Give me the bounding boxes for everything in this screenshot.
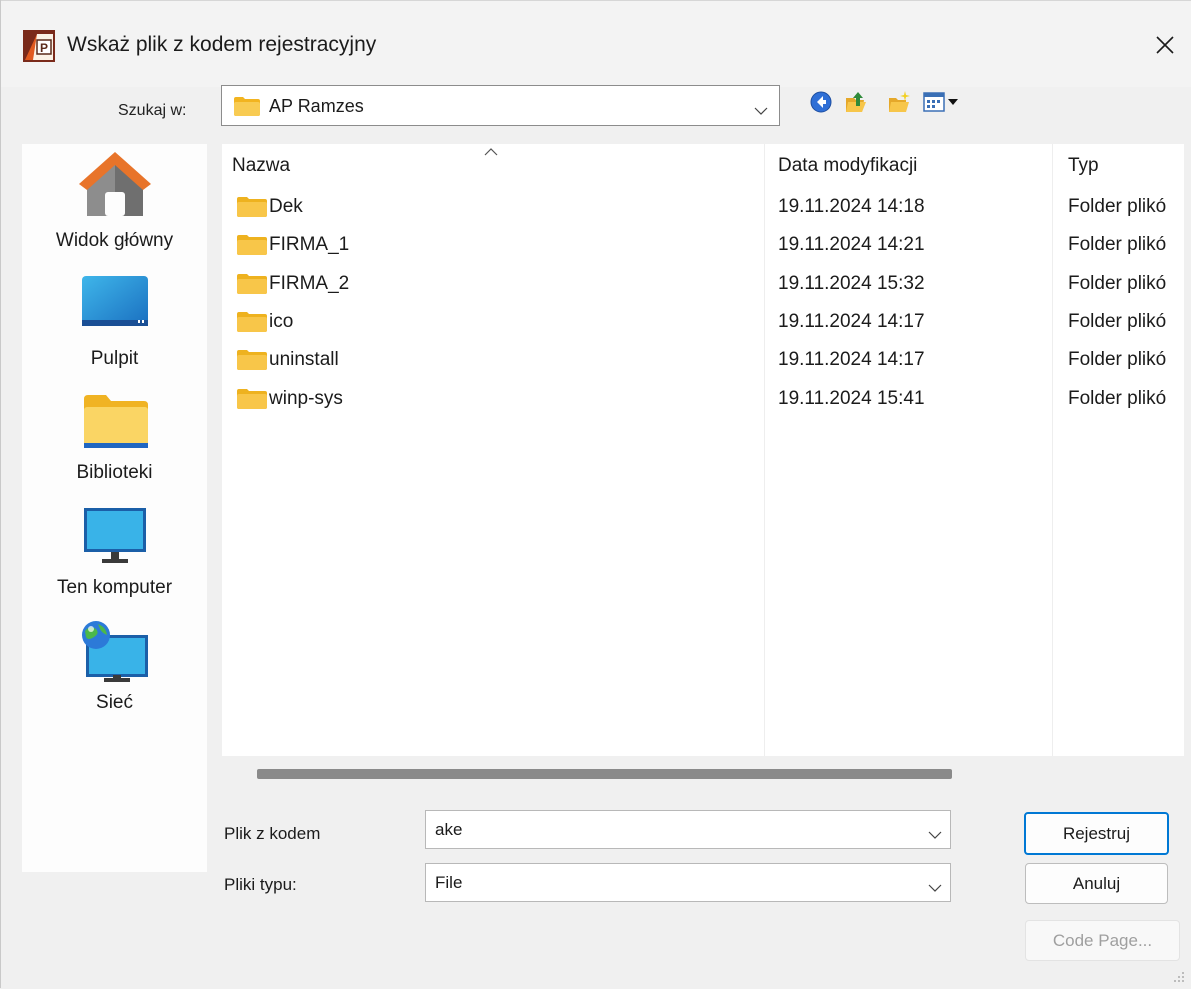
back-button[interactable] xyxy=(808,89,834,115)
libraries-icon xyxy=(84,395,148,448)
place-label: Widok główny xyxy=(55,230,174,251)
filetype-label: Pliki typu: xyxy=(224,875,297,894)
file-date: 19.11.2024 14:18 xyxy=(778,196,925,217)
filename-label: Plik z kodem xyxy=(224,824,321,843)
scrollbar-thumb[interactable] xyxy=(257,769,952,779)
resize-grip-icon[interactable] xyxy=(1172,970,1186,989)
desktop-icon xyxy=(82,276,148,326)
file-name: winp-sys xyxy=(269,387,343,409)
window-left-border xyxy=(0,0,1,988)
view-menu-button[interactable] xyxy=(922,89,962,115)
chevron-down-icon xyxy=(928,826,942,844)
sort-ascending-icon xyxy=(484,144,498,156)
network-icon xyxy=(82,621,148,682)
table-row[interactable]: Dek 19.11.2024 14:18 Folder plikó xyxy=(222,186,1184,224)
file-type: Folder plikó xyxy=(1068,272,1167,294)
lookin-value: AP Ramzes xyxy=(269,96,364,116)
folder-icon xyxy=(237,273,267,294)
file-name: ico xyxy=(269,310,294,332)
place-network[interactable]: Sieć xyxy=(22,609,207,724)
chevron-down-icon xyxy=(754,102,768,120)
filetype-value: File xyxy=(435,873,463,892)
folder-icon xyxy=(237,197,267,217)
table-row[interactable]: FIRMA_2 19.11.2024 15:32 Folder plikó xyxy=(222,263,1184,301)
file-date: 19.11.2024 14:17 xyxy=(778,310,925,332)
filename-value: ake xyxy=(435,820,463,839)
place-home[interactable]: Widok główny xyxy=(22,144,207,259)
place-computer[interactable]: Ten komputer xyxy=(22,494,207,609)
file-type: Folder plikó xyxy=(1068,387,1167,409)
file-name: Dek xyxy=(269,196,303,217)
folder-icon xyxy=(237,388,267,409)
file-date: 19.11.2024 14:21 xyxy=(778,234,925,256)
file-type: Folder plikó xyxy=(1068,234,1167,256)
lookin-label: Szukaj w: xyxy=(118,102,187,119)
table-row[interactable]: winp-sys 19.11.2024 15:41 Folder plikó xyxy=(222,378,1184,416)
back-icon xyxy=(810,91,832,113)
view-menu-icon xyxy=(923,92,958,112)
place-desktop[interactable]: Pulpit xyxy=(22,264,207,379)
new-folder-icon xyxy=(889,91,910,112)
folder-icon xyxy=(237,350,267,371)
code-page-button[interactable]: Code Page... xyxy=(1025,920,1180,961)
place-label: Biblioteki xyxy=(76,462,153,483)
window-title: Wskaż plik z kodem rejestracyjny xyxy=(67,33,377,56)
column-header-name[interactable]: Nazwa xyxy=(232,154,290,178)
filetype-select[interactable]: File xyxy=(425,863,951,902)
file-type: Folder plikó xyxy=(1068,310,1167,332)
close-icon xyxy=(1156,36,1174,54)
register-button[interactable]: Rejestruj xyxy=(1024,812,1169,855)
close-button[interactable] xyxy=(1142,22,1188,68)
lookin-dropdown[interactable]: AP Ramzes xyxy=(221,85,780,126)
file-list[interactable]: Nazwa Data modyfikacji Typ Dek 19.11.2024… xyxy=(222,144,1184,756)
home-icon xyxy=(79,152,151,216)
places-bar: Widok główny Pulpit Biblioteki Ten kompu… xyxy=(22,144,207,872)
new-folder-button[interactable] xyxy=(886,89,912,115)
folder-icon xyxy=(234,97,260,116)
place-label: Sieć xyxy=(96,692,133,713)
cancel-button[interactable]: Anuluj xyxy=(1025,863,1168,904)
table-row[interactable]: ico 19.11.2024 14:17 Folder plikó xyxy=(222,301,1184,339)
file-name: uninstall xyxy=(269,349,339,371)
column-header-type[interactable]: Typ xyxy=(1068,154,1099,178)
table-row[interactable]: uninstall 19.11.2024 14:17 Folder plikó xyxy=(222,339,1184,377)
file-date: 19.11.2024 15:32 xyxy=(778,272,925,294)
place-libraries[interactable]: Biblioteki xyxy=(22,379,207,494)
column-header-date[interactable]: Data modyfikacji xyxy=(778,154,917,178)
file-date: 19.11.2024 15:41 xyxy=(778,387,925,409)
place-label: Pulpit xyxy=(90,348,139,369)
file-name: FIRMA_2 xyxy=(269,272,350,294)
up-folder-icon xyxy=(846,92,866,112)
chevron-down-icon xyxy=(928,879,942,897)
computer-icon xyxy=(84,508,146,563)
svg-text:P: P xyxy=(40,41,48,55)
table-row[interactable]: FIRMA_1 19.11.2024 14:21 Folder plikó xyxy=(222,224,1184,262)
folder-icon xyxy=(237,311,267,332)
app-logo-icon: P xyxy=(23,30,55,62)
file-date: 19.11.2024 14:17 xyxy=(778,349,925,371)
file-type: Folder plikó xyxy=(1068,349,1167,371)
file-type: Folder plikó xyxy=(1068,196,1167,217)
place-label: Ten komputer xyxy=(56,577,173,598)
folder-icon xyxy=(237,235,267,256)
file-name: FIRMA_1 xyxy=(269,234,350,256)
filename-input[interactable]: ake xyxy=(425,810,951,849)
up-folder-button[interactable] xyxy=(843,89,869,115)
